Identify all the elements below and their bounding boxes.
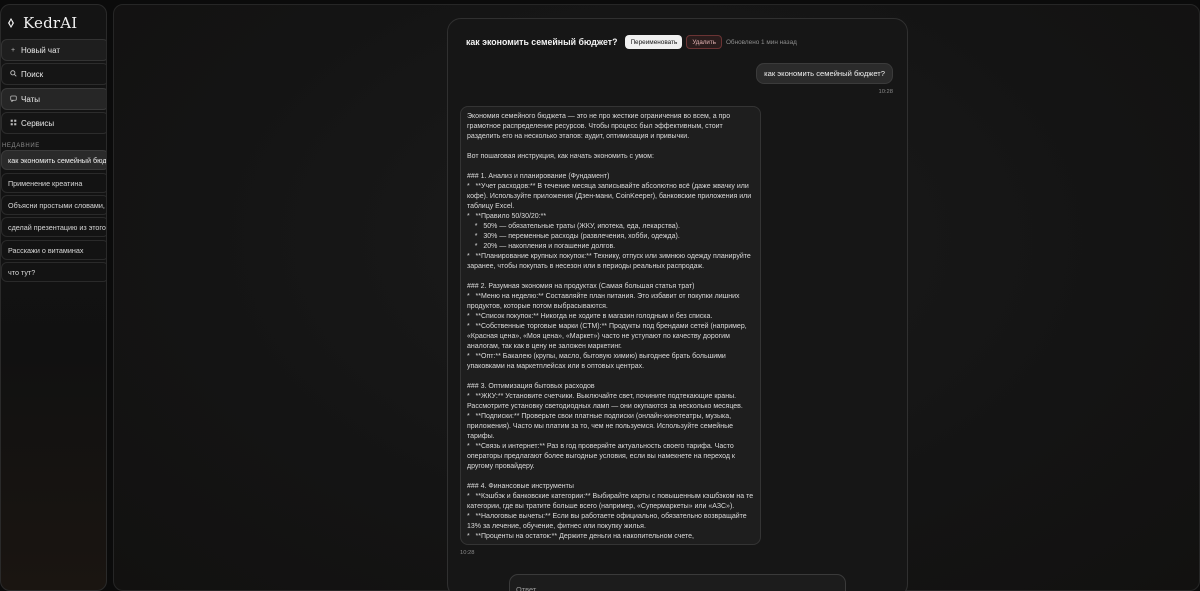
delete-button[interactable]: Удалить	[686, 35, 722, 49]
recent-chat-item[interactable]: как экономить семейный бюджет?	[1, 150, 106, 170]
sidebar: KedrAI + Новый чат Поиск Чаты Сервисы НЕ…	[0, 4, 107, 591]
plus-icon: +	[10, 46, 16, 54]
search-label: Поиск	[21, 69, 44, 79]
chats-label: Чаты	[21, 94, 41, 104]
search-button[interactable]: Поиск	[1, 63, 106, 85]
recent-heading: НЕДАВНИЕ	[2, 143, 40, 149]
recent-chat-item[interactable]: Применение креатина	[1, 173, 106, 193]
chat-header: как экономить семейный бюджет? Переимено…	[466, 34, 797, 50]
assistant-message-time: 10:28	[460, 550, 475, 556]
chat-icon	[9, 95, 17, 104]
kedr-logo-icon	[8, 18, 14, 28]
chat-panel: как экономить семейный бюджет? Переимено…	[447, 18, 908, 591]
services-button[interactable]: Сервисы	[1, 112, 106, 134]
chats-button[interactable]: Чаты	[1, 88, 106, 110]
user-message: как экономить семейный бюджет?	[756, 63, 893, 84]
user-message-time: 10:28	[878, 89, 893, 95]
chat-title: как экономить семейный бюджет?	[466, 37, 618, 47]
new-chat-label: Новый чат	[21, 45, 61, 55]
app-name: KedrAI	[23, 14, 78, 32]
recent-chat-item[interactable]: Расскажи о витаминах	[1, 240, 106, 260]
reply-input[interactable]	[509, 574, 846, 591]
grid-icon	[9, 119, 17, 128]
assistant-message-text: Экономия семейного бюджета — это не про …	[467, 113, 754, 540]
recent-chat-item[interactable]: сделай презентацию из этого	[1, 217, 106, 237]
logo[interactable]: KedrAI	[1, 7, 106, 39]
assistant-message: Экономия семейного бюджета — это не про …	[460, 106, 761, 545]
search-icon	[9, 69, 17, 79]
recent-chat-item[interactable]: Объясни простыми словами, как работает	[1, 195, 106, 215]
services-label: Сервисы	[21, 118, 55, 128]
recent-chat-item[interactable]: что тут?	[1, 262, 106, 282]
updated-status: Обновлено 1 мин назад	[725, 38, 797, 46]
new-chat-button[interactable]: + Новый чат	[1, 39, 106, 61]
rename-button[interactable]: Переименовать	[625, 35, 683, 49]
